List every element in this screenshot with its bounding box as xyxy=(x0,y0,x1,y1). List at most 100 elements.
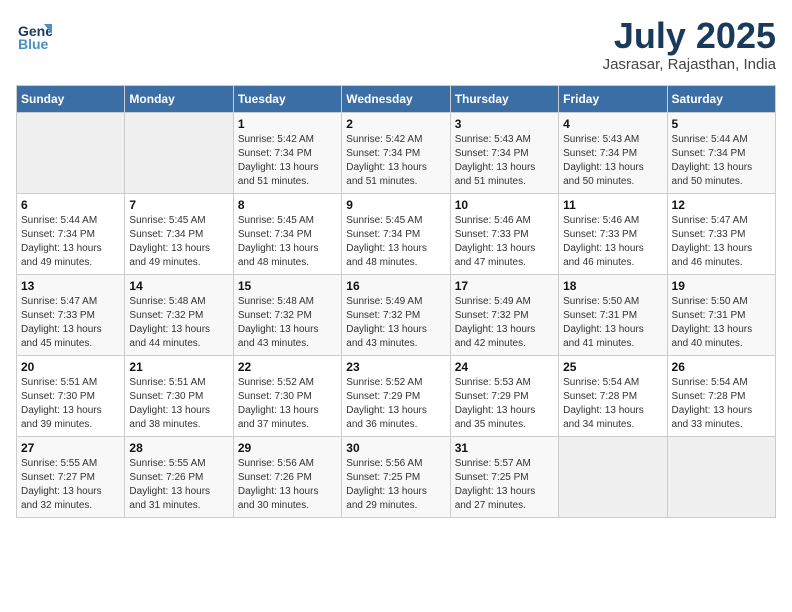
calendar-week-3: 13 Sunrise: 5:47 AM Sunset: 7:33 PM Dayli… xyxy=(17,274,776,355)
day-info: Sunrise: 5:42 AM Sunset: 7:34 PM Dayligh… xyxy=(238,133,337,189)
calendar-cell xyxy=(667,436,775,517)
calendar-cell xyxy=(17,112,125,193)
day-number: 18 xyxy=(563,279,662,293)
calendar-cell: 14 Sunrise: 5:48 AM Sunset: 7:32 PM Dayli… xyxy=(125,274,233,355)
calendar-cell: 11 Sunrise: 5:46 AM Sunset: 7:33 PM Dayli… xyxy=(559,193,667,274)
day-number: 1 xyxy=(238,117,337,131)
logo: General Blue xyxy=(16,16,52,52)
day-info: Sunrise: 5:49 AM Sunset: 7:32 PM Dayligh… xyxy=(346,295,445,351)
calendar-cell: 8 Sunrise: 5:45 AM Sunset: 7:34 PM Daylig… xyxy=(233,193,341,274)
day-number: 3 xyxy=(455,117,554,131)
weekday-header-sunday: Sunday xyxy=(17,85,125,112)
day-info: Sunrise: 5:51 AM Sunset: 7:30 PM Dayligh… xyxy=(129,376,228,432)
calendar-cell: 13 Sunrise: 5:47 AM Sunset: 7:33 PM Dayli… xyxy=(17,274,125,355)
day-number: 5 xyxy=(672,117,771,131)
weekday-header-row: SundayMondayTuesdayWednesdayThursdayFrid… xyxy=(17,85,776,112)
day-info: Sunrise: 5:48 AM Sunset: 7:32 PM Dayligh… xyxy=(129,295,228,351)
calendar-cell: 7Sunrise: 5:45 AM Sunset: 7:34 PM Daylig… xyxy=(125,193,233,274)
day-number: 22 xyxy=(238,360,337,374)
calendar-cell: 5Sunrise: 5:44 AM Sunset: 7:34 PM Daylig… xyxy=(667,112,775,193)
calendar-cell: 31Sunrise: 5:57 AM Sunset: 7:25 PM Dayli… xyxy=(450,436,558,517)
day-info: Sunrise: 5:45 AM Sunset: 7:34 PM Dayligh… xyxy=(238,214,337,270)
month-year-title: July 2025 xyxy=(603,16,776,56)
day-info: Sunrise: 5:51 AM Sunset: 7:30 PM Dayligh… xyxy=(21,376,120,432)
weekday-header-wednesday: Wednesday xyxy=(342,85,450,112)
day-number: 25 xyxy=(563,360,662,374)
calendar-cell: 29 Sunrise: 5:56 AM Sunset: 7:26 PM Dayli… xyxy=(233,436,341,517)
calendar-cell: 26 Sunrise: 5:54 AM Sunset: 7:28 PM Dayli… xyxy=(667,355,775,436)
calendar-cell: 22 Sunrise: 5:52 AM Sunset: 7:30 PM Dayli… xyxy=(233,355,341,436)
day-info: Sunrise: 5:53 AM Sunset: 7:29 PM Dayligh… xyxy=(455,376,554,432)
calendar-cell: 1 Sunrise: 5:42 AM Sunset: 7:34 PM Daylig… xyxy=(233,112,341,193)
day-number: 17 xyxy=(455,279,554,293)
day-number: 24 xyxy=(455,360,554,374)
calendar-cell: 10 Sunrise: 5:46 AM Sunset: 7:33 PM Dayli… xyxy=(450,193,558,274)
day-number: 15 xyxy=(238,279,337,293)
day-info: Sunrise: 5:54 AM Sunset: 7:28 PM Dayligh… xyxy=(672,376,771,432)
day-info: Sunrise: 5:55 AM Sunset: 7:27 PM Dayligh… xyxy=(21,457,120,513)
logo-icon: General Blue xyxy=(16,16,52,52)
calendar-cell: 9Sunrise: 5:45 AM Sunset: 7:34 PM Daylig… xyxy=(342,193,450,274)
calendar-cell: 28 Sunrise: 5:55 AM Sunset: 7:26 PM Dayli… xyxy=(125,436,233,517)
day-number: 10 xyxy=(455,198,554,212)
day-info: Sunrise: 5:43 AM Sunset: 7:34 PM Dayligh… xyxy=(563,133,662,189)
svg-text:Blue: Blue xyxy=(18,36,49,52)
calendar-cell: 18 Sunrise: 5:50 AM Sunset: 7:31 PM Dayli… xyxy=(559,274,667,355)
day-number: 29 xyxy=(238,441,337,455)
calendar-cell: 6Sunrise: 5:44 AM Sunset: 7:34 PM Daylig… xyxy=(17,193,125,274)
day-info: Sunrise: 5:54 AM Sunset: 7:28 PM Dayligh… xyxy=(563,376,662,432)
day-number: 14 xyxy=(129,279,228,293)
day-number: 27 xyxy=(21,441,120,455)
day-info: Sunrise: 5:50 AM Sunset: 7:31 PM Dayligh… xyxy=(672,295,771,351)
day-number: 21 xyxy=(129,360,228,374)
day-info: Sunrise: 5:45 AM Sunset: 7:34 PM Dayligh… xyxy=(129,214,228,270)
day-info: Sunrise: 5:55 AM Sunset: 7:26 PM Dayligh… xyxy=(129,457,228,513)
day-number: 2 xyxy=(346,117,445,131)
day-info: Sunrise: 5:52 AM Sunset: 7:29 PM Dayligh… xyxy=(346,376,445,432)
weekday-header-friday: Friday xyxy=(559,85,667,112)
day-number: 12 xyxy=(672,198,771,212)
day-info: Sunrise: 5:46 AM Sunset: 7:33 PM Dayligh… xyxy=(563,214,662,270)
day-info: Sunrise: 5:43 AM Sunset: 7:34 PM Dayligh… xyxy=(455,133,554,189)
day-info: Sunrise: 5:47 AM Sunset: 7:33 PM Dayligh… xyxy=(21,295,120,351)
page-header: General Blue July 2025 Jasrasar, Rajasth… xyxy=(16,16,776,73)
calendar-cell: 17Sunrise: 5:49 AM Sunset: 7:32 PM Dayli… xyxy=(450,274,558,355)
day-number: 28 xyxy=(129,441,228,455)
day-info: Sunrise: 5:42 AM Sunset: 7:34 PM Dayligh… xyxy=(346,133,445,189)
day-info: Sunrise: 5:50 AM Sunset: 7:31 PM Dayligh… xyxy=(563,295,662,351)
weekday-header-monday: Monday xyxy=(125,85,233,112)
calendar-cell xyxy=(125,112,233,193)
calendar-cell: 25 Sunrise: 5:54 AM Sunset: 7:28 PM Dayli… xyxy=(559,355,667,436)
weekday-header-thursday: Thursday xyxy=(450,85,558,112)
day-info: Sunrise: 5:44 AM Sunset: 7:34 PM Dayligh… xyxy=(21,214,120,270)
calendar-table: SundayMondayTuesdayWednesdayThursdayFrid… xyxy=(16,85,776,518)
calendar-cell: 15Sunrise: 5:48 AM Sunset: 7:32 PM Dayli… xyxy=(233,274,341,355)
calendar-cell: 23Sunrise: 5:52 AM Sunset: 7:29 PM Dayli… xyxy=(342,355,450,436)
day-number: 11 xyxy=(563,198,662,212)
day-number: 20 xyxy=(21,360,120,374)
calendar-cell: 4 Sunrise: 5:43 AM Sunset: 7:34 PM Daylig… xyxy=(559,112,667,193)
day-info: Sunrise: 5:46 AM Sunset: 7:33 PM Dayligh… xyxy=(455,214,554,270)
calendar-week-5: 27 Sunrise: 5:55 AM Sunset: 7:27 PM Dayli… xyxy=(17,436,776,517)
day-info: Sunrise: 5:56 AM Sunset: 7:26 PM Dayligh… xyxy=(238,457,337,513)
calendar-cell: 27 Sunrise: 5:55 AM Sunset: 7:27 PM Dayli… xyxy=(17,436,125,517)
day-number: 4 xyxy=(563,117,662,131)
day-info: Sunrise: 5:47 AM Sunset: 7:33 PM Dayligh… xyxy=(672,214,771,270)
day-number: 8 xyxy=(238,198,337,212)
weekday-header-tuesday: Tuesday xyxy=(233,85,341,112)
calendar-cell: 16 Sunrise: 5:49 AM Sunset: 7:32 PM Dayli… xyxy=(342,274,450,355)
calendar-week-2: 6Sunrise: 5:44 AM Sunset: 7:34 PM Daylig… xyxy=(17,193,776,274)
day-number: 19 xyxy=(672,279,771,293)
calendar-cell: 19 Sunrise: 5:50 AM Sunset: 7:31 PM Dayli… xyxy=(667,274,775,355)
calendar-cell: 2 Sunrise: 5:42 AM Sunset: 7:34 PM Daylig… xyxy=(342,112,450,193)
day-number: 26 xyxy=(672,360,771,374)
calendar-week-1: 1 Sunrise: 5:42 AM Sunset: 7:34 PM Daylig… xyxy=(17,112,776,193)
weekday-header-saturday: Saturday xyxy=(667,85,775,112)
day-number: 16 xyxy=(346,279,445,293)
location-subtitle: Jasrasar, Rajasthan, India xyxy=(603,56,776,73)
calendar-cell: 24 Sunrise: 5:53 AM Sunset: 7:29 PM Dayli… xyxy=(450,355,558,436)
day-info: Sunrise: 5:52 AM Sunset: 7:30 PM Dayligh… xyxy=(238,376,337,432)
calendar-cell: 30Sunrise: 5:56 AM Sunset: 7:25 PM Dayli… xyxy=(342,436,450,517)
day-number: 13 xyxy=(21,279,120,293)
calendar-cell: 21 Sunrise: 5:51 AM Sunset: 7:30 PM Dayli… xyxy=(125,355,233,436)
